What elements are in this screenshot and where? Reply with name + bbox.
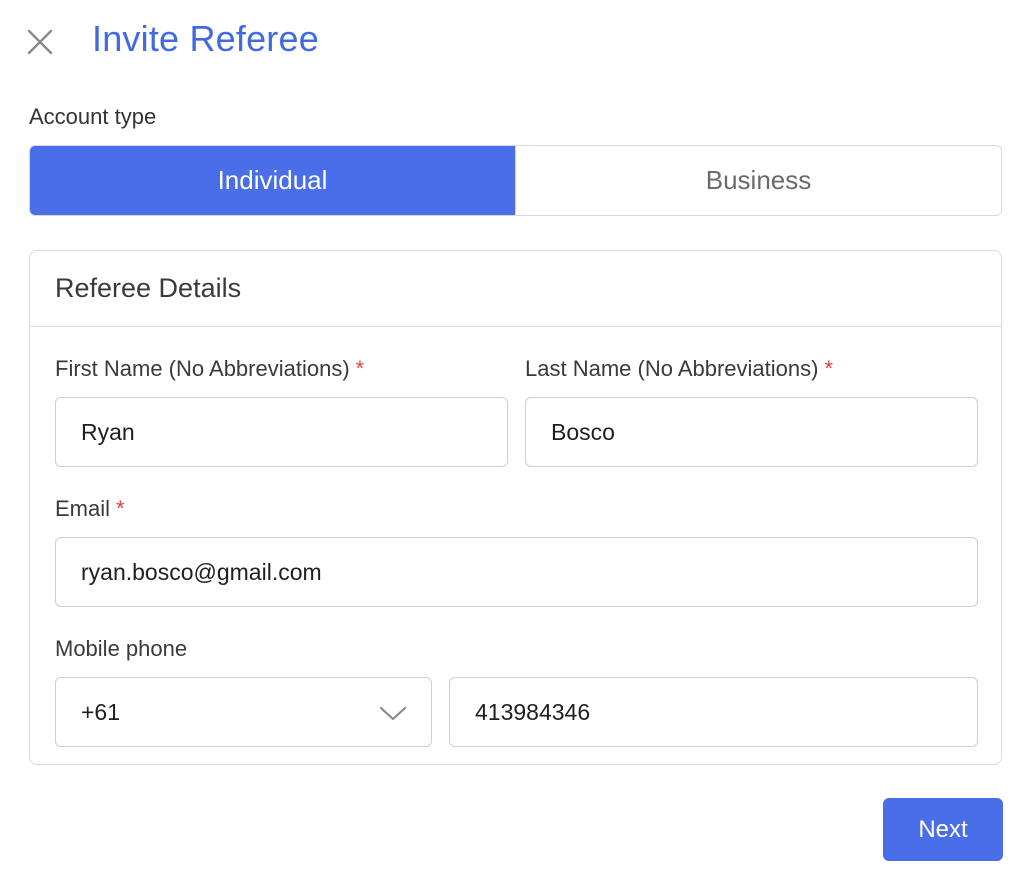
first-name-label-text: First Name (No Abbreviations) xyxy=(55,356,350,381)
referee-details-card: Referee Details First Name (No Abbreviat… xyxy=(29,250,1002,765)
close-button[interactable] xyxy=(26,28,54,56)
account-type-label: Account type xyxy=(29,104,157,129)
last-name-label: Last Name (No Abbreviations) * xyxy=(525,356,833,382)
page-title: Invite Referee xyxy=(92,18,319,59)
individual-option[interactable]: Individual xyxy=(30,146,515,215)
account-type-toggle: Individual Business xyxy=(29,145,1002,216)
email-label-text: Email xyxy=(55,496,111,521)
country-code-value: +61 xyxy=(81,698,121,725)
required-marker: * xyxy=(824,356,834,381)
required-marker: * xyxy=(116,496,125,521)
next-button[interactable]: Next xyxy=(883,798,1003,861)
chevron-down-icon xyxy=(379,702,407,722)
required-marker: * xyxy=(355,356,365,381)
first-name-label: First Name (No Abbreviations) * xyxy=(55,356,364,382)
last-name-label-text: Last Name (No Abbreviations) xyxy=(525,356,819,381)
first-name-input[interactable]: Ryan xyxy=(55,397,508,467)
country-code-select[interactable]: +61 xyxy=(55,677,432,747)
business-option[interactable]: Business xyxy=(515,146,1001,215)
section-title: Referee Details xyxy=(30,251,1001,327)
email-label: Email * xyxy=(55,496,125,522)
phone-number-input[interactable]: 413984346 xyxy=(449,677,978,747)
mobile-phone-label: Mobile phone xyxy=(55,636,188,661)
close-icon xyxy=(26,28,54,56)
last-name-input[interactable]: Bosco xyxy=(525,397,978,467)
email-input[interactable]: ryan.bosco@gmail.com xyxy=(55,537,978,607)
